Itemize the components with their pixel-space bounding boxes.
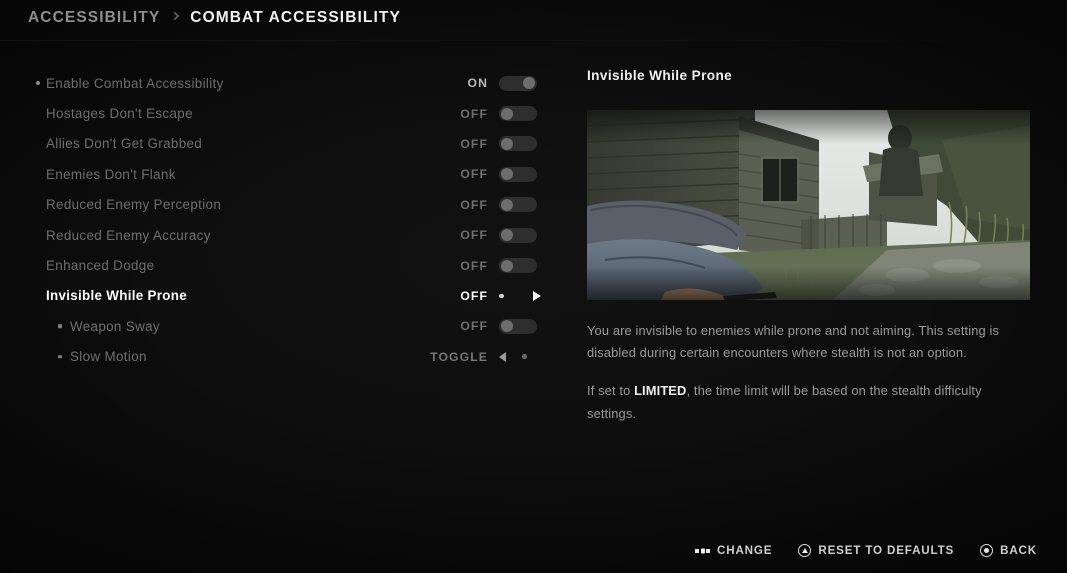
toggle-knob [501, 168, 513, 181]
prompt-reset-to-defaults[interactable]: RESET TO DEFAULTS [798, 544, 954, 557]
toggle-knob [501, 229, 513, 242]
setting-control: OFF [380, 220, 550, 250]
toggle-switch[interactable] [499, 318, 537, 334]
arrow-left-icon[interactable] [499, 351, 506, 362]
setting-control: OFF [380, 190, 550, 220]
setting-label: Enable Combat Accessibility [46, 75, 224, 91]
setting-label: Enhanced Dodge [46, 258, 155, 274]
carousel-dot-icon [499, 293, 504, 299]
setting-value: OFF [460, 136, 488, 151]
detail-title: Invisible While Prone [587, 68, 733, 83]
prompt-label: CHANGE [717, 544, 773, 557]
breadcrumb-combat-accessibility[interactable]: COMBAT ACCESSIBILITY [190, 9, 401, 27]
settings-list: Enable Combat Accessibility ON Hostages Do… [0, 68, 560, 372]
circle-button-icon [980, 544, 994, 557]
toggle-knob [501, 198, 513, 211]
settings-screen: ACCESSIBILITY COMBAT ACCESSIBILITY Enabl… [0, 0, 1067, 573]
prompt-back[interactable]: BACK [980, 544, 1037, 557]
setting-label: Enemies Don't Flank [46, 166, 176, 182]
bullet-dot-icon [36, 81, 40, 86]
toggle-knob [501, 320, 513, 333]
toggle-switch[interactable] [499, 197, 537, 213]
bullet-square-icon [58, 354, 62, 359]
setting-label: Weapon Sway [70, 318, 160, 334]
setting-row[interactable]: Reduced Enemy Accuracy OFF [0, 220, 560, 250]
setting-label: Hostages Don't Escape [46, 106, 193, 122]
setting-control: OFF [380, 98, 550, 128]
chevron-right-icon [171, 11, 180, 21]
setting-value: OFF [460, 258, 488, 273]
setting-row[interactable]: Invisible While Prone OFF [0, 281, 560, 311]
toggle-knob [501, 137, 513, 150]
detail-panel: Invisible While Prone You are invisible … [587, 68, 1033, 425]
toggle-switch[interactable] [499, 136, 537, 152]
setting-value: TOGGLE [430, 349, 488, 364]
toggle-knob [501, 107, 513, 120]
description-paragraph-1: You are invisible to enemies while prone… [587, 323, 1000, 361]
carousel-dot-icon [522, 354, 527, 359]
setting-row[interactable]: Weapon Sway OFF [0, 311, 560, 341]
button-prompt-bar: CHANGE RESET TO DEFAULTS BACK [695, 544, 1037, 557]
carousel-selector[interactable] [499, 288, 541, 303]
setting-control: OFF [380, 250, 550, 280]
setting-row[interactable]: Enemies Don't Flank OFF [0, 159, 560, 189]
toggle-switch[interactable] [499, 166, 537, 182]
setting-row[interactable]: Reduced Enemy Perception OFF [0, 190, 560, 220]
prompt-label: RESET TO DEFAULTS [818, 544, 955, 557]
toggle-switch[interactable] [499, 258, 537, 274]
bullet-square-icon [58, 324, 62, 329]
toggle-switch[interactable] [499, 106, 537, 122]
setting-control: ON [380, 68, 550, 98]
arrow-right-icon[interactable] [533, 290, 541, 301]
setting-row[interactable]: Enable Combat Accessibility ON [0, 68, 560, 98]
setting-control: OFF [380, 281, 550, 311]
setting-value: OFF [460, 288, 488, 303]
setting-control: TOGGLE [380, 342, 550, 372]
setting-value: ON [467, 76, 488, 91]
setting-label: Slow Motion [70, 349, 147, 365]
setting-label: Invisible While Prone [46, 288, 187, 304]
header-divider [0, 40, 1067, 41]
description-paragraph-2: If set to LIMITED, the time limit will b… [587, 380, 1033, 424]
desc2-pre: If set to [587, 383, 635, 399]
triangle-button-icon [798, 544, 812, 557]
dpad-left-right-icon [695, 545, 710, 556]
setting-control: OFF [380, 311, 550, 341]
prompt-label: BACK [1000, 544, 1037, 557]
desc2-limited-keyword: LIMITED [634, 383, 687, 399]
setting-value: OFF [460, 319, 488, 334]
toggle-switch[interactable] [499, 227, 537, 243]
carousel-selector[interactable] [499, 349, 541, 364]
setting-row[interactable]: Allies Don't Get Grabbed OFF [0, 129, 560, 159]
setting-label: Reduced Enemy Perception [46, 197, 222, 213]
toggle-knob [523, 77, 535, 90]
setting-row[interactable]: Hostages Don't Escape OFF [0, 98, 560, 128]
setting-control: OFF [380, 129, 550, 159]
breadcrumb: ACCESSIBILITY COMBAT ACCESSIBILITY [28, 9, 401, 27]
setting-label: Reduced Enemy Accuracy [46, 227, 211, 243]
prompt-change[interactable]: CHANGE [695, 544, 772, 557]
setting-row[interactable]: Slow Motion TOGGLE [0, 342, 560, 372]
setting-control: OFF [380, 159, 550, 189]
toggle-switch[interactable] [499, 75, 537, 91]
preview-image [587, 110, 1030, 300]
setting-value: OFF [460, 197, 488, 212]
setting-value: OFF [460, 106, 488, 121]
setting-row[interactable]: Enhanced Dodge OFF [0, 250, 560, 280]
setting-label: Allies Don't Get Grabbed [46, 136, 203, 152]
preview-artwork [587, 110, 1030, 300]
toggle-knob [501, 259, 513, 272]
breadcrumb-accessibility[interactable]: ACCESSIBILITY [28, 9, 160, 27]
setting-value: OFF [460, 167, 488, 182]
setting-value: OFF [460, 228, 488, 243]
